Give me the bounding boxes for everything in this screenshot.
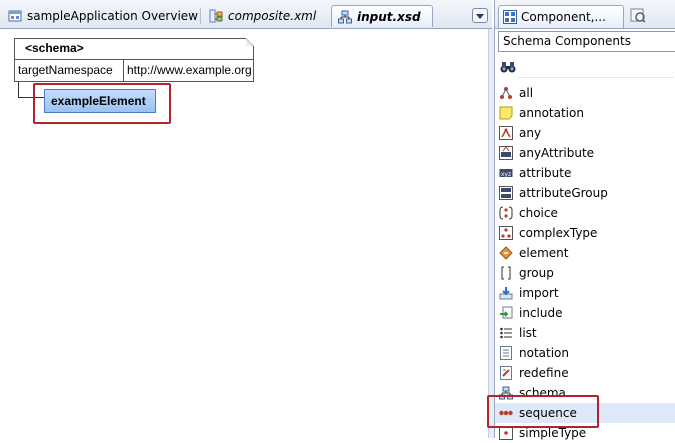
palette-item-include[interactable]: include <box>495 303 675 323</box>
palette-item-label: list <box>519 326 537 340</box>
anyattribute-icon <box>499 146 513 160</box>
palette-item-label: attribute <box>519 166 572 180</box>
palette-item-label: annotation <box>519 106 584 120</box>
overview-icon <box>8 9 22 23</box>
palette-item-any[interactable]: any <box>495 123 675 143</box>
notation-icon <box>499 346 513 360</box>
palette-item-label: attributeGroup <box>519 186 608 200</box>
palette-item-list[interactable]: list <box>495 323 675 343</box>
palette-item-annotation[interactable]: annotation <box>495 103 675 123</box>
redefine-icon <box>499 366 513 380</box>
tab-component-palette[interactable]: Component,... <box>498 5 624 28</box>
chevron-down-icon <box>476 9 484 23</box>
palette-item-attributegroup[interactable]: attributeGroup <box>495 183 675 203</box>
binoculars-icon <box>500 60 516 77</box>
palette-item-label: complexType <box>519 226 598 240</box>
any-icon <box>499 126 513 140</box>
element-icon <box>499 246 513 260</box>
schema-attribute-value[interactable]: http://www.example.org <box>124 60 252 82</box>
schema-node-fold <box>246 38 254 46</box>
palette-item-group[interactable]: group <box>495 263 675 283</box>
palette-grid-icon <box>503 10 517 24</box>
tab-label: input.xsd <box>357 9 421 24</box>
editor-tab-bar: sampleApplication Overview composite.xml… <box>0 0 492 29</box>
palette-item-label: import <box>519 286 559 300</box>
tab-composite-xml[interactable]: composite.xml <box>203 5 327 27</box>
palette-item-redefine[interactable]: redefine <box>495 363 675 383</box>
group-icon <box>499 266 513 280</box>
component-palette-panel: Component,... Schema Components all anno… <box>494 0 675 440</box>
palette-search-input[interactable] <box>518 57 674 78</box>
xsd-icon <box>338 10 352 24</box>
annotation-icon <box>499 106 513 120</box>
tree-connector <box>18 82 19 97</box>
palette-item-label: element <box>519 246 569 260</box>
palette-item-notation[interactable]: notation <box>495 343 675 363</box>
complextype-icon <box>499 226 513 240</box>
tab-label: composite.xml <box>228 9 317 23</box>
import-icon <box>499 286 513 300</box>
example-element-node[interactable]: exampleElement <box>44 89 156 113</box>
tab-separator <box>200 8 201 24</box>
attributegroup-icon <box>499 186 513 200</box>
schema-design-canvas[interactable]: <schema> targetNamespace http://www.exam… <box>0 29 488 438</box>
palette-component-list: all annotation any anyAttribute xyz attr… <box>495 83 675 443</box>
palette-item-complextype[interactable]: complexType <box>495 223 675 243</box>
tab-sampleapplication-overview[interactable]: sampleApplication Overview <box>2 5 200 27</box>
palette-item-import[interactable]: import <box>495 283 675 303</box>
properties-icon <box>630 7 646 26</box>
category-select[interactable]: Schema Components <box>498 31 675 52</box>
palette-item-element[interactable]: element <box>495 243 675 263</box>
palette-item-label: group <box>519 266 554 280</box>
palette-tab-label: Component,... <box>521 10 606 24</box>
list-icon <box>499 326 513 340</box>
attribute-icon: xyz <box>499 166 513 180</box>
highlight-box-sequence <box>487 395 599 428</box>
svg-text:xyz: xyz <box>501 171 511 178</box>
palette-tab-bar: Component,... <box>495 0 675 29</box>
all-icon <box>499 86 513 100</box>
palette-item-label: any <box>519 126 542 140</box>
palette-item-label: redefine <box>519 366 569 380</box>
include-icon <box>499 306 513 320</box>
schema-attribute-row[interactable]: targetNamespace http://www.example.org <box>15 60 253 82</box>
composite-icon <box>209 9 223 23</box>
palette-search-row <box>498 57 674 78</box>
palette-item-attribute[interactable]: xyz attribute <box>495 163 675 183</box>
schema-node-title: <schema> <box>15 39 253 60</box>
palette-item-label: anyAttribute <box>519 146 595 160</box>
palette-item-label: choice <box>519 206 558 220</box>
palette-item-label: notation <box>519 346 569 360</box>
schema-attribute-name: targetNamespace <box>15 60 124 82</box>
tab-label: sampleApplication Overview <box>27 9 198 23</box>
tab-list-dropdown-button[interactable] <box>472 8 488 23</box>
palette-item-label: all <box>519 86 534 100</box>
tab-input-xsd[interactable]: input.xsd <box>331 5 433 27</box>
palette-item-label: include <box>519 306 563 320</box>
schema-node[interactable]: <schema> targetNamespace http://www.exam… <box>14 38 254 82</box>
palette-item-all[interactable]: all <box>495 83 675 103</box>
palette-item-anyattribute[interactable]: anyAttribute <box>495 143 675 163</box>
palette-item-choice[interactable]: choice <box>495 203 675 223</box>
properties-tab[interactable] <box>629 7 647 25</box>
choice-icon <box>499 206 513 220</box>
